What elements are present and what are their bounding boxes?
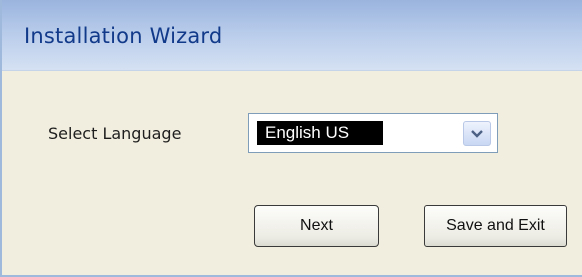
installation-wizard-window: Installation Wizard Select Language Engl…: [0, 0, 582, 277]
dropdown-button[interactable]: [463, 121, 491, 146]
language-select-value: English US: [257, 121, 383, 145]
next-button-label: Next: [300, 217, 333, 234]
chevron-down-icon: [471, 129, 483, 138]
next-button[interactable]: Next: [254, 205, 379, 247]
window-title: Installation Wizard: [24, 24, 223, 48]
language-select[interactable]: English US: [248, 113, 498, 153]
save-and-exit-button-label: Save and Exit: [446, 217, 545, 234]
title-bar: Installation Wizard: [2, 0, 582, 71]
select-language-label: Select Language: [48, 124, 182, 143]
save-and-exit-button[interactable]: Save and Exit: [424, 205, 567, 247]
